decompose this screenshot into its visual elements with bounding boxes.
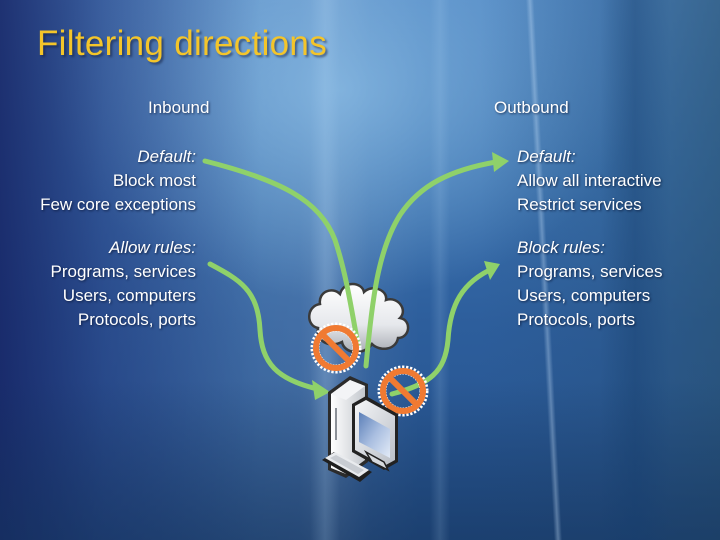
arrowhead (492, 152, 509, 172)
blocked-sign-icon (377, 365, 429, 417)
filtering-diagram (202, 152, 509, 482)
computer-icon (322, 376, 398, 482)
arrowhead (312, 380, 330, 400)
arrow-icon (207, 261, 330, 400)
